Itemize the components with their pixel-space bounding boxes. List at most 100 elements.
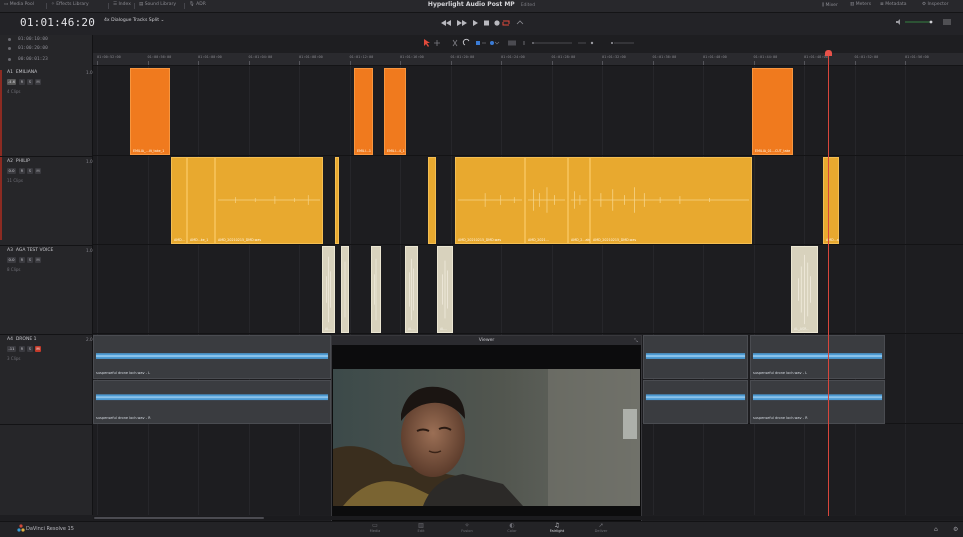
track-volume[interactable]: -11 — [7, 346, 16, 352]
audio-clip[interactable]: EMILIA_01...CUT_take — [752, 68, 793, 155]
collapse-icon[interactable]: ⤡ — [634, 338, 638, 344]
snap-icon[interactable] — [462, 38, 470, 46]
track-header-a4[interactable]: A4 DRONE 1 2.0 -11 R S M 3 Clips — [0, 334, 93, 425]
record-arm-button[interactable]: R — [19, 257, 25, 263]
range-tool-icon[interactable] — [434, 40, 440, 46]
solo-button[interactable]: S — [27, 79, 33, 85]
track-header-a2[interactable]: A2 PHILIP 1.0 0.0 R S M 11 Clips — [0, 156, 93, 246]
record-arm-button[interactable]: R — [19, 168, 25, 174]
mute-button[interactable]: M — [35, 346, 41, 352]
zoom-preset-icon[interactable] — [508, 40, 516, 46]
page-tab-fusion[interactable]: ✧ Fusion — [452, 522, 482, 536]
audio-clip[interactable]: AL... — [405, 246, 418, 333]
record-arm-button[interactable]: R — [19, 79, 25, 85]
audio-clip[interactable]: suspenseful drone loch.wav - L — [93, 335, 331, 379]
page-tab-deliver[interactable]: ➚ Deliver — [586, 522, 616, 536]
solo-button[interactable]: S — [27, 257, 33, 263]
blade-tool-icon[interactable] — [452, 39, 458, 47]
track-volume[interactable]: 0.0 — [7, 168, 16, 174]
settings-icon[interactable]: ⚙ — [953, 526, 958, 533]
solo-button[interactable]: S — [27, 168, 33, 174]
color-page-icon: ◐ — [509, 522, 515, 529]
audio-clip[interactable]: suspenseful drone loch.wav - L — [750, 335, 885, 379]
fast-forward-icon[interactable] — [457, 20, 467, 26]
mute-button[interactable]: M — [35, 168, 41, 174]
track-layout-dropdown[interactable]: 4x Dialogue Tracks Split ⌄ — [104, 18, 164, 23]
audio-clip[interactable]: AMD... — [171, 157, 187, 244]
rewind-icon[interactable] — [441, 20, 451, 26]
track-volume[interactable]: 0.0 — [7, 257, 16, 263]
audio-clip[interactable]: suspenseful drone loch.wav - R — [93, 380, 331, 424]
scrollbar-thumb[interactable] — [94, 517, 264, 519]
ruler-tick — [703, 61, 704, 65]
page-tab-media[interactable]: ▭ Media — [360, 522, 390, 536]
ruler-tick-label: 01:01:24:00 — [501, 55, 525, 59]
audio-clip[interactable] — [341, 246, 349, 333]
audio-clip[interactable]: AMD_2...ake_1 — [568, 157, 590, 244]
record-arm-button[interactable]: R — [19, 346, 25, 352]
home-icon[interactable]: ⌂ — [934, 526, 938, 533]
audio-clip[interactable] — [643, 380, 748, 424]
audio-clip[interactable]: EMILIA_...ilt_take_1 — [130, 68, 170, 155]
audio-clip[interactable] — [643, 335, 748, 379]
playhead[interactable] — [828, 55, 829, 520]
audio-clip[interactable]: suspenseful drone loch.wav - R — [750, 380, 885, 424]
toolbar-mixer[interactable]: ⫼ Mixer — [822, 2, 838, 8]
audio-clip[interactable] — [335, 157, 339, 244]
ruler-tick — [248, 61, 250, 65]
zoom-slider[interactable] — [532, 42, 572, 44]
page-tab-fairlight[interactable]: ♫ Fairlight — [542, 522, 572, 536]
page-tab-edit[interactable]: ▥ Edit — [406, 522, 436, 536]
audio-clip[interactable]: AMD_20210215_DMD.wav — [590, 157, 752, 244]
ruler-tick — [804, 61, 805, 65]
ruler-tick-label: 01:00:56:00 — [147, 55, 172, 59]
timecode-row-3: 00:00:01:23 — [0, 55, 92, 64]
timeline-ruler[interactable]: 01:00:52:00 01:00:56:00 01:01:00:00 01:01:0… — [93, 53, 963, 66]
ruler-tick — [349, 61, 351, 65]
marker-icon[interactable] — [490, 41, 494, 45]
toolbar-meters[interactable]: ▥ Meters — [850, 2, 871, 7]
audio-clip[interactable]: AL_ASR... — [791, 246, 818, 333]
page-tab-color[interactable]: ◐ Color — [497, 522, 527, 536]
play-icon[interactable] — [473, 20, 478, 26]
audio-clip[interactable]: EMILI...4_1 — [384, 68, 406, 155]
ruler-tick-label: 01:01:36:00 — [652, 55, 677, 59]
flag-icon[interactable] — [476, 41, 480, 45]
audio-clip[interactable]: AL... — [322, 246, 335, 333]
viewer-window[interactable]: Viewer ⤡ — [331, 335, 642, 522]
track-height-slider[interactable] — [614, 42, 634, 44]
speaker-icon[interactable] — [896, 19, 900, 25]
toolbar-inspector[interactable]: ⚙ Inspector — [922, 2, 948, 7]
grid-line — [97, 66, 98, 515]
stop-icon[interactable] — [484, 20, 489, 26]
record-icon[interactable] — [494, 20, 500, 26]
playhead-handle[interactable] — [825, 50, 832, 56]
track-volume[interactable]: -4.6 — [7, 79, 16, 85]
pointer-tool-icon[interactable] — [424, 39, 430, 47]
audio-clip[interactable] — [371, 246, 381, 333]
audio-clip[interactable] — [428, 157, 436, 244]
loop-icon[interactable] — [502, 20, 510, 26]
automation-icon[interactable] — [516, 20, 524, 25]
audio-clip[interactable]: AL... — [437, 246, 453, 333]
audio-clip[interactable]: AMD_20210215_DMD.wav — [455, 157, 525, 244]
mute-button[interactable]: M — [35, 79, 41, 85]
audio-clip[interactable]: AMD_2021... — [525, 157, 568, 244]
mute-button[interactable]: M — [35, 257, 41, 263]
audio-clip[interactable]: AMD_20210215_DMD.wav — [215, 157, 323, 244]
monitor-volume[interactable] — [895, 18, 955, 26]
chevron-down-icon[interactable] — [494, 41, 500, 45]
toolbar-metadata[interactable]: ≣ Metadata — [880, 2, 907, 7]
track-header-a3[interactable]: A3 AGA TEST VOICE 1.0 0.0 R S M 8 Clips — [0, 245, 93, 335]
track-name: A4 DRONE 1 — [7, 337, 37, 342]
audio-clip[interactable]: EMILI...1 — [354, 68, 373, 155]
audio-clip[interactable]: AMD...ak — [823, 157, 839, 244]
track-header-a1[interactable]: A1 EMILIANA 1.0 -4.6 R S M 4 Clips — [0, 67, 93, 157]
transport-controls — [441, 20, 524, 26]
top-toolbar: ▭ Media Pool ✧ Effects Library ☰ Index ▤… — [0, 0, 963, 13]
clip-count: 3 Clips — [7, 356, 21, 361]
solo-button[interactable]: S — [27, 346, 33, 352]
viewer-title-bar[interactable]: Viewer ⤡ — [332, 336, 641, 345]
options-icon[interactable] — [943, 19, 951, 25]
audio-clip[interactable]: AMD...ke_1 — [187, 157, 215, 244]
